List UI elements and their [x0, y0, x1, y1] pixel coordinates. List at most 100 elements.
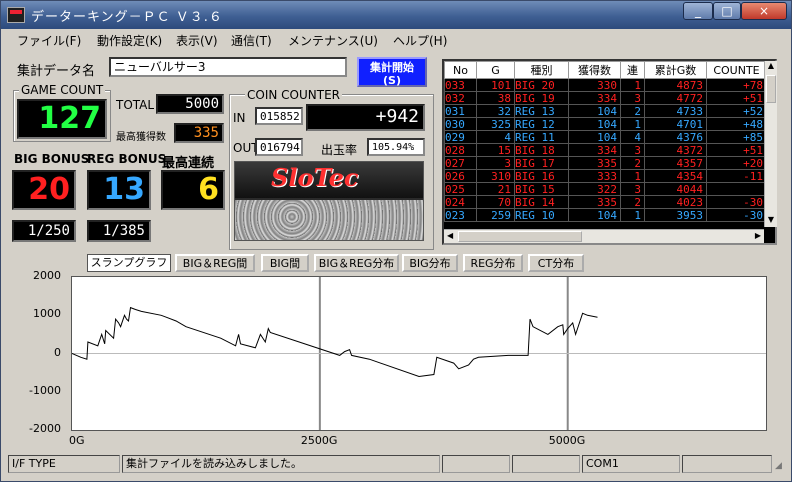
table-cell-type: REG 12	[514, 117, 569, 131]
tab-big-interval[interactable]: BIG間	[261, 254, 309, 272]
col-header-cum[interactable]: 累計G数	[644, 61, 707, 79]
table-cell-got: 334	[568, 91, 621, 105]
table-row[interactable]: 023 259 REG 10 104 1 3953 -30	[444, 208, 767, 222]
menu-settings[interactable]: 動作設定(K)	[97, 32, 162, 49]
table-cell-cum: 4372	[644, 143, 707, 157]
start-button[interactable]: 集計開始 (S)	[357, 57, 427, 87]
coin-diff-value: +942	[306, 104, 425, 131]
table-cell-g: 4	[476, 130, 515, 144]
resize-grip-icon[interactable]: ◢	[775, 461, 787, 473]
table-cell-cnt: +20	[706, 156, 767, 170]
table-horizontal-scrollbar[interactable]: ◀ ▶	[444, 229, 764, 243]
table-cell-no: 023	[444, 208, 477, 222]
table-row[interactable]: 032 38 BIG 19 334 3 4772 +51	[444, 91, 767, 105]
table-cell-cnt: -11	[706, 169, 767, 183]
big-ratio-value: 1/250	[12, 220, 76, 242]
col-header-counter[interactable]: COUNTE	[706, 61, 767, 79]
menu-file[interactable]: ファイル(F)	[17, 32, 81, 49]
app-icon[interactable]	[7, 7, 25, 23]
coin-in-value: 015852	[255, 107, 303, 125]
col-header-type[interactable]: 種別	[514, 61, 569, 79]
game-count-value: 127	[17, 99, 107, 139]
tab-slump-graph[interactable]: スランプグラフ	[87, 254, 171, 272]
x-tick-label: 2500G	[300, 434, 338, 447]
reg-ratio-value: 1/385	[87, 220, 151, 242]
data-name-label: 集計データ名	[17, 64, 96, 79]
table-row[interactable]: 033 101 BIG 20 330 1 4873 +78	[444, 78, 767, 92]
game-count-label: GAME COUNT	[19, 83, 106, 97]
reg-bonus-label: REG BONUS	[87, 152, 167, 166]
tab-big-reg-interval[interactable]: BIG＆REG間	[175, 254, 255, 272]
minimize-icon[interactable]: _	[683, 2, 713, 20]
table-cell-ren: 3	[620, 143, 645, 157]
table-cell-cum: 4354	[644, 169, 707, 183]
tab-reg-dist[interactable]: REG分布	[463, 254, 523, 272]
status-bar: I/F TYPE 集計ファイルを読み込みしました。 COM1 ◢	[1, 453, 791, 475]
status-cell-empty-1	[442, 455, 510, 473]
table-cell-ren: 1	[620, 208, 645, 222]
menu-maintenance[interactable]: メンテナンス(U)	[288, 32, 378, 49]
payout-rate-value: 105.94%	[367, 138, 425, 156]
table-row[interactable]: 028 15 BIG 18 334 3 4372 +51	[444, 143, 767, 157]
tab-big-reg-dist[interactable]: BIG＆REG分布	[314, 254, 399, 272]
scroll-down-icon[interactable]: ▼	[765, 215, 777, 227]
scroll-left-icon[interactable]: ◀	[447, 231, 453, 240]
coin-counter-title: COIN COUNTER	[245, 88, 342, 102]
table-cell-cnt: +85	[706, 130, 767, 144]
table-row[interactable]: 027 3 BIG 17 335 2 4357 +20	[444, 156, 767, 170]
table-row[interactable]: 031 32 REG 13 104 2 4733 +52	[444, 104, 767, 118]
table-cell-g: 70	[476, 195, 515, 209]
table-cell-cnt: +51	[706, 143, 767, 157]
table-cell-g: 310	[476, 169, 515, 183]
table-row[interactable]: 029 4 REG 11 104 4 4376 +85	[444, 130, 767, 144]
col-header-ren[interactable]: 連	[620, 61, 645, 79]
table-cell-cnt: +48	[706, 117, 767, 131]
col-header-got[interactable]: 獲得数	[568, 61, 621, 79]
tab-big-dist[interactable]: BIG分布	[402, 254, 458, 272]
table-row[interactable]: 030 325 REG 12 104 1 4701 +48	[444, 117, 767, 131]
y-tick-label: -2000	[29, 422, 61, 435]
scroll-thumb-horizontal[interactable]	[458, 231, 582, 242]
y-tick-label: -1000	[29, 383, 61, 397]
table-cell-no: 024	[444, 195, 477, 209]
table-cell-ren: 1	[620, 117, 645, 131]
scroll-thumb[interactable]	[766, 75, 776, 103]
table-cell-ren: 2	[620, 195, 645, 209]
x-tick-label: 0G	[69, 434, 85, 447]
close-icon[interactable]: ×	[741, 2, 787, 20]
menu-bar: ファイル(F) 動作設定(K) 表示(V) 通信(T) メンテナンス(U) ヘル…	[1, 29, 791, 51]
table-vertical-scrollbar[interactable]: ▲ ▼	[764, 61, 777, 227]
title-bar[interactable]: データーキング－ＰＣ Ｖ３.６ _ □ ×	[1, 1, 791, 29]
big-bonus-value: 20	[12, 170, 76, 210]
maximize-icon[interactable]: □	[713, 2, 741, 20]
scroll-up-icon[interactable]: ▲	[765, 61, 777, 73]
table-row[interactable]: 026 310 BIG 16 333 1 4354 -11	[444, 169, 767, 183]
table-cell-ren: 1	[620, 169, 645, 183]
coin-in-label: IN	[233, 111, 246, 125]
max-got-value: 335	[174, 123, 224, 143]
table-cell-no: 025	[444, 182, 477, 196]
scroll-right-icon[interactable]: ▶	[755, 231, 761, 240]
table-row[interactable]: 024 70 BIG 14 335 2 4023 -30	[444, 195, 767, 209]
table-row[interactable]: 025 21 BIG 15 322 3 4044	[444, 182, 767, 196]
data-name-field[interactable]: ニューバルサー3	[109, 57, 347, 77]
col-header-no[interactable]: No	[444, 61, 477, 79]
menu-view[interactable]: 表示(V)	[176, 32, 218, 49]
slump-graph-svg	[71, 277, 766, 430]
bonus-history-table[interactable]: No G 種別 獲得数 連 累計G数 COUNTE 033 101 BIG 20 33…	[442, 59, 777, 245]
menu-comm[interactable]: 通信(T)	[231, 32, 272, 49]
status-message: 集計ファイルを読み込みしました。	[122, 455, 440, 473]
table-cell-cum: 4044	[644, 182, 707, 196]
table-cell-got: 335	[568, 156, 621, 170]
tab-ct-dist[interactable]: CT分布	[528, 254, 584, 272]
menu-help[interactable]: ヘルプ(H)	[393, 32, 447, 49]
app-window: データーキング－ＰＣ Ｖ３.６ _ □ × ファイル(F) 動作設定(K) 表示…	[0, 0, 792, 482]
status-if-type: I/F TYPE	[8, 455, 120, 473]
table-cell-type: BIG 16	[514, 169, 569, 183]
max-got-label: 最高獲得数	[116, 132, 166, 143]
col-header-g[interactable]: G	[476, 61, 515, 79]
table-cell-no: 029	[444, 130, 477, 144]
status-cell-empty-3	[682, 455, 772, 473]
table-cell-got: 104	[568, 117, 621, 131]
status-port: COM1	[582, 455, 680, 473]
